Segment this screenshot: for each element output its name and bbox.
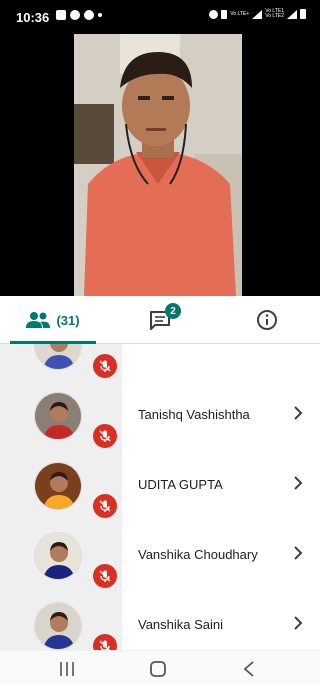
- participant-video[interactable]: [74, 34, 242, 296]
- avatar: [34, 462, 82, 510]
- participants-tab-bar: (31) 2: [0, 296, 320, 344]
- mic-off-icon: [93, 494, 117, 518]
- chat-unread-badge: 2: [165, 303, 181, 319]
- back-icon: [243, 661, 254, 677]
- home-button[interactable]: [146, 659, 170, 679]
- info-icon: [257, 310, 277, 330]
- mic-off-icon: [93, 634, 117, 650]
- participant-name: Vanshika Choudhary: [138, 547, 258, 562]
- notification-icons: [56, 10, 102, 20]
- video-person-image: [74, 34, 242, 296]
- chevron-right-icon: [294, 476, 303, 490]
- people-icon: [26, 312, 51, 328]
- participant-name: UDITA GUPTA: [138, 477, 223, 492]
- bluetooth-icon: [221, 9, 228, 19]
- battery-icon: [300, 9, 306, 19]
- mic-off-icon: [93, 354, 117, 378]
- system-icons: Vo LTE+ Vo LTE1 Vo LTE2: [209, 9, 306, 19]
- recents-icon: [60, 662, 74, 676]
- whatsapp-icon: [84, 10, 94, 20]
- more-dot-icon: [98, 13, 102, 17]
- mic-off-icon: [93, 424, 117, 448]
- gallery-icon: [56, 10, 66, 20]
- participant-row[interactable]: Vanshika Choudhary: [0, 520, 320, 590]
- messenger-icon: [70, 10, 80, 20]
- people-count: (31): [56, 312, 80, 328]
- chevron-right-icon: [294, 546, 303, 560]
- avatar: [34, 392, 82, 440]
- network-label-2: Vo LTE1 Vo LTE2: [265, 8, 284, 19]
- home-icon: [150, 661, 166, 677]
- alarm-icon: [209, 9, 219, 19]
- status-time: 10:36: [16, 10, 50, 25]
- participant-list[interactable]: Tanishq Vashishtha UDITA GUPTA Vanshika Ch…: [0, 344, 320, 650]
- chevron-right-icon: [294, 616, 303, 630]
- participant-name: Tanishq Vashishtha: [138, 407, 250, 422]
- chevron-right-icon: [294, 406, 303, 420]
- avatar: [34, 532, 82, 580]
- tab-info[interactable]: [214, 296, 320, 344]
- participant-row[interactable]: Vanshika Saini: [0, 590, 320, 650]
- signal-2-icon: [287, 9, 297, 19]
- status-bar: 10:36 Vo LTE+ Vo LTE1 Vo LTE2: [0, 0, 320, 34]
- participant-row[interactable]: [0, 344, 320, 380]
- recents-button[interactable]: [55, 659, 79, 679]
- tab-chat[interactable]: 2: [107, 296, 213, 344]
- avatar: [34, 602, 82, 650]
- back-button[interactable]: [237, 659, 261, 679]
- network-label-1: Vo LTE+: [230, 10, 250, 17]
- android-nav-bar: [0, 650, 320, 684]
- participant-row[interactable]: Tanishq Vashishtha: [0, 380, 320, 450]
- video-area[interactable]: [0, 34, 320, 296]
- avatar: [34, 344, 82, 370]
- participant-name: Vanshika Saini: [138, 617, 224, 632]
- tab-people[interactable]: (31): [0, 296, 106, 344]
- mic-off-icon: [93, 564, 117, 588]
- signal-1-icon: [252, 9, 263, 19]
- participant-row[interactable]: UDITA GUPTA: [0, 450, 320, 520]
